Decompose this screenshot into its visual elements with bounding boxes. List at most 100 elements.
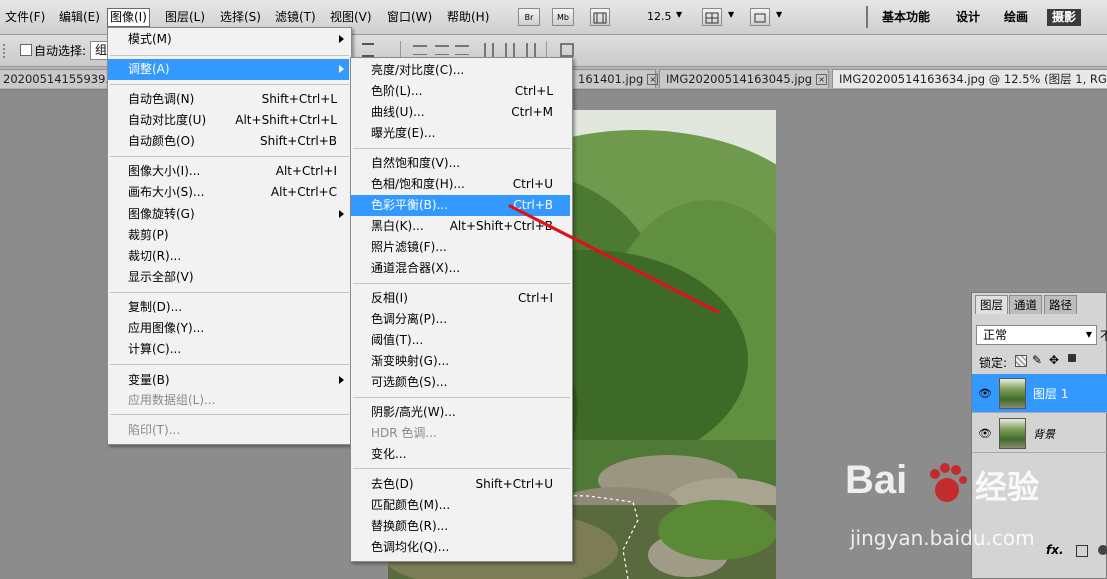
menu-item-auto-contrast[interactable]: 自动对比度(U) Alt+Shift+Ctrl+L <box>108 110 349 131</box>
doc-tab-1[interactable]: 20200514155939.jpg <box>0 69 127 88</box>
menu-filter[interactable]: 滤镜(T) <box>273 9 318 26</box>
mini-bridge-button[interactable]: Mb <box>552 8 574 26</box>
fx-icon[interactable]: fx. <box>1046 543 1064 557</box>
new-adjustment-icon[interactable] <box>1098 545 1107 555</box>
options-grip <box>3 44 13 58</box>
menu-help[interactable]: 帮助(H) <box>445 9 491 26</box>
dist-left-icon[interactable] <box>455 45 469 55</box>
lock-all-icon[interactable] <box>1068 354 1076 362</box>
menu-item-variations[interactable]: 变化... <box>351 444 570 465</box>
menu-item-black-white[interactable]: 黑白(K)... Alt+Shift+Ctrl+B <box>351 216 570 237</box>
menu-item-levels[interactable]: 色阶(L)... Ctrl+L <box>351 81 570 102</box>
layer-row-background[interactable]: 👁 背景 <box>972 414 1107 453</box>
auto-align-icon[interactable] <box>560 43 574 57</box>
menu-item-shadows-highlights[interactable]: 阴影/高光(W)... <box>351 402 570 423</box>
doc-tab-4-active[interactable]: IMG20200514163634.jpg @ 12.5% (图层 1, RGB… <box>832 69 1107 88</box>
menu-item-channel-mixer[interactable]: 通道混合器(X)... <box>351 258 570 279</box>
workspace-painting[interactable]: 绘画 <box>1004 9 1028 26</box>
lock-transparency-icon[interactable] <box>1015 355 1027 367</box>
menu-layer[interactable]: 图层(L) <box>163 9 207 26</box>
close-icon[interactable]: × <box>816 74 828 85</box>
screen-mode-dropdown-icon[interactable]: ▼ <box>776 10 782 19</box>
zoom-dropdown-icon[interactable]: ▼ <box>676 10 682 19</box>
menu-item-apply-image[interactable]: 应用图像(Y)... <box>108 318 349 339</box>
dist-right-icon[interactable] <box>526 43 536 57</box>
menu-item-threshold[interactable]: 阈值(T)... <box>351 330 570 351</box>
tab-channels[interactable]: 通道 <box>1009 295 1042 314</box>
dist-hcenter-icon[interactable] <box>484 43 494 57</box>
menu-item-image-size[interactable]: 图像大小(I)... Alt+Ctrl+I <box>108 161 349 182</box>
menu-item-image-rotation[interactable]: 图像旋转(G) <box>108 204 349 225</box>
screen-mode-button[interactable] <box>750 8 770 26</box>
menu-separator <box>353 468 570 469</box>
menu-item-reveal-all[interactable]: 显示全部(V) <box>108 267 349 288</box>
menu-item-invert[interactable]: 反相(I) Ctrl+I <box>351 288 570 309</box>
menu-item-mode[interactable]: 模式(M) <box>108 29 349 50</box>
menu-item-vibrance[interactable]: 自然饱和度(V)... <box>351 153 570 174</box>
screen-mode-icon <box>754 13 766 23</box>
menu-item-auto-tone[interactable]: 自动色调(N) Shift+Ctrl+L <box>108 89 349 110</box>
tab-layers[interactable]: 图层 <box>975 295 1008 314</box>
menu-item-trim[interactable]: 裁切(R)... <box>108 246 349 267</box>
arrange-dropdown-icon[interactable]: ▼ <box>728 10 734 19</box>
doc-tab-label: 161401.jpg <box>578 72 644 86</box>
doc-tab-3[interactable]: IMG20200514163045.jpg × <box>659 69 829 88</box>
menu-item-calculations[interactable]: 计算(C)... <box>108 339 349 360</box>
menu-item-brightness-contrast[interactable]: 亮度/对比度(C)... <box>351 60 570 81</box>
eye-icon[interactable]: 👁 <box>978 387 992 400</box>
add-mask-icon[interactable] <box>1076 545 1088 557</box>
doc-tab-2[interactable]: 161401.jpg × <box>571 69 659 88</box>
menu-separator <box>110 156 349 157</box>
lock-brush-icon[interactable]: ✎ <box>1032 353 1042 367</box>
view-extras-button[interactable] <box>590 8 610 26</box>
menu-item-adjust[interactable]: 调整(A) <box>108 59 349 80</box>
toolbar-divider <box>866 6 868 28</box>
layers-footer: fx. <box>972 533 1107 578</box>
blend-mode-dropdown[interactable]: 正常 ▼ <box>976 325 1097 345</box>
dist-hcenter2-icon[interactable] <box>505 43 515 57</box>
lock-move-icon[interactable]: ✥ <box>1049 353 1059 367</box>
menu-item-desaturate[interactable]: 去色(D) Shift+Ctrl+U <box>351 474 570 495</box>
workspace-design[interactable]: 设计 <box>956 9 980 26</box>
menu-item-color-balance[interactable]: 色彩平衡(B)... Ctrl+B <box>351 195 570 216</box>
menu-edit[interactable]: 编辑(E) <box>57 9 102 26</box>
tab-paths[interactable]: 路径 <box>1044 295 1077 314</box>
align-top-icon[interactable] <box>362 43 374 57</box>
auto-select-value: 组 <box>95 43 108 57</box>
paw-icon <box>930 463 967 502</box>
bridge-button[interactable]: Br <box>518 8 540 26</box>
zoom-level[interactable]: 12.5 <box>647 10 672 23</box>
eye-icon[interactable]: 👁 <box>978 427 992 440</box>
menu-item-exposure[interactable]: 曝光度(E)... <box>351 123 570 144</box>
menu-item-hue-saturation[interactable]: 色相/饱和度(H)... Ctrl+U <box>351 174 570 195</box>
menu-item-gradient-map[interactable]: 渐变映射(G)... <box>351 351 570 372</box>
menu-item-curves[interactable]: 曲线(U)... Ctrl+M <box>351 102 570 123</box>
menu-item-replace-color[interactable]: 替换颜色(R)... <box>351 516 570 537</box>
layer-thumbnail <box>999 418 1026 449</box>
close-icon[interactable]: × <box>647 74 659 85</box>
align-bottom-icon[interactable] <box>435 45 449 55</box>
menu-image[interactable]: 图像(I) <box>107 8 150 27</box>
menu-view[interactable]: 视图(V) <box>328 9 374 26</box>
menu-separator <box>110 292 349 293</box>
menu-item-canvas-size[interactable]: 画布大小(S)... Alt+Ctrl+C <box>108 182 349 203</box>
menu-item-duplicate[interactable]: 复制(D)... <box>108 297 349 318</box>
menu-select[interactable]: 选择(S) <box>218 9 263 26</box>
menu-item-variables[interactable]: 变量(B) <box>108 370 349 391</box>
menu-item-match-color[interactable]: 匹配颜色(M)... <box>351 495 570 516</box>
menu-item-crop[interactable]: 裁剪(P) <box>108 225 349 246</box>
auto-select-checkbox[interactable] <box>20 44 32 56</box>
menu-window[interactable]: 窗口(W) <box>385 9 434 26</box>
workspace-photography[interactable]: 摄影 <box>1047 9 1082 26</box>
menu-item-posterize[interactable]: 色调分离(P)... <box>351 309 570 330</box>
menu-file[interactable]: 文件(F) <box>3 9 47 26</box>
menu-item-auto-color[interactable]: 自动颜色(O) Shift+Ctrl+B <box>108 131 349 152</box>
workspace-essentials[interactable]: 基本功能 <box>882 9 930 26</box>
menu-item-photo-filter[interactable]: 照片滤镜(F)... <box>351 237 570 258</box>
arrange-documents-button[interactable] <box>702 8 722 26</box>
menu-item-equalize[interactable]: 色调均化(Q)... <box>351 537 570 558</box>
doc-tab-label: IMG20200514163634.jpg @ 12.5% (图层 1, RGB… <box>839 72 1107 86</box>
align-vcenter-icon[interactable] <box>413 45 427 55</box>
layer-row-layer1[interactable]: 👁 图层 1 <box>972 374 1107 413</box>
menu-item-selective-color[interactable]: 可选颜色(S)... <box>351 372 570 393</box>
